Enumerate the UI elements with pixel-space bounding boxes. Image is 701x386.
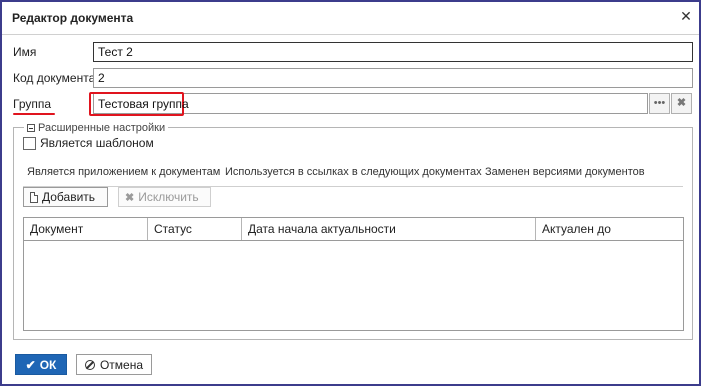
cancel-button-label: Отмена xyxy=(99,357,144,372)
name-label: Имя xyxy=(13,45,37,59)
title-bar: Редактор документа ✕ xyxy=(2,2,699,35)
add-button[interactable]: Добавить xyxy=(23,187,108,207)
tab-strip: Является приложением к документам Исполь… xyxy=(23,166,683,187)
exclude-button-label: Исключить xyxy=(138,190,199,204)
collapse-icon[interactable] xyxy=(27,124,35,132)
clear-icon[interactable]: ✖ xyxy=(671,93,692,114)
group-label-underline xyxy=(13,113,55,115)
column-header-valid-until[interactable]: Актуален до xyxy=(536,218,683,240)
document-editor-dialog: Редактор документа ✕ Имя Тест 2 Код доку… xyxy=(0,0,701,386)
name-input[interactable]: Тест 2 xyxy=(93,42,693,62)
ellipsis-icon[interactable]: ••• xyxy=(649,93,670,114)
documents-table: Документ Статус Дата начала актуальности… xyxy=(23,217,684,331)
add-button-label: Добавить xyxy=(42,190,96,204)
document-icon xyxy=(30,191,38,203)
cancel-icon xyxy=(84,359,95,370)
tab-used-in-links[interactable]: Используется в ссылках в следующих докум… xyxy=(225,166,482,178)
tab-replaced-by-versions[interactable]: Заменен версиями документов xyxy=(485,166,645,178)
table-header: Документ Статус Дата начала актуальности… xyxy=(24,218,683,241)
is-template-row: Является шаблоном xyxy=(23,136,154,150)
check-icon: ✔ xyxy=(25,357,36,372)
is-template-label: Является шаблоном xyxy=(40,136,154,150)
group-label: Группа xyxy=(13,97,52,111)
dialog-title: Редактор документа xyxy=(12,11,134,25)
close-icon[interactable]: ✕ xyxy=(679,9,693,23)
code-input[interactable]: 2 xyxy=(93,68,693,88)
exclude-button[interactable]: ✖ Исключить xyxy=(118,187,211,207)
ok-button[interactable]: ✔ ОК xyxy=(15,354,67,375)
advanced-settings-legend[interactable]: Расширенные настройки xyxy=(24,122,169,134)
column-header-start-date[interactable]: Дата начала актуальности xyxy=(242,218,536,240)
remove-icon: ✖ xyxy=(125,191,135,204)
tab-attachment-to-documents[interactable]: Является приложением к документам xyxy=(27,166,220,178)
cancel-button[interactable]: Отмена xyxy=(76,354,152,375)
advanced-settings-title: Расширенные настройки xyxy=(38,122,166,134)
group-value: Тестовая группа xyxy=(98,97,189,111)
is-template-checkbox[interactable] xyxy=(23,136,36,150)
code-label: Код документа xyxy=(13,71,96,85)
ok-button-label: ОК xyxy=(39,357,57,372)
column-header-document[interactable]: Документ xyxy=(24,218,148,240)
column-header-status[interactable]: Статус xyxy=(148,218,242,240)
